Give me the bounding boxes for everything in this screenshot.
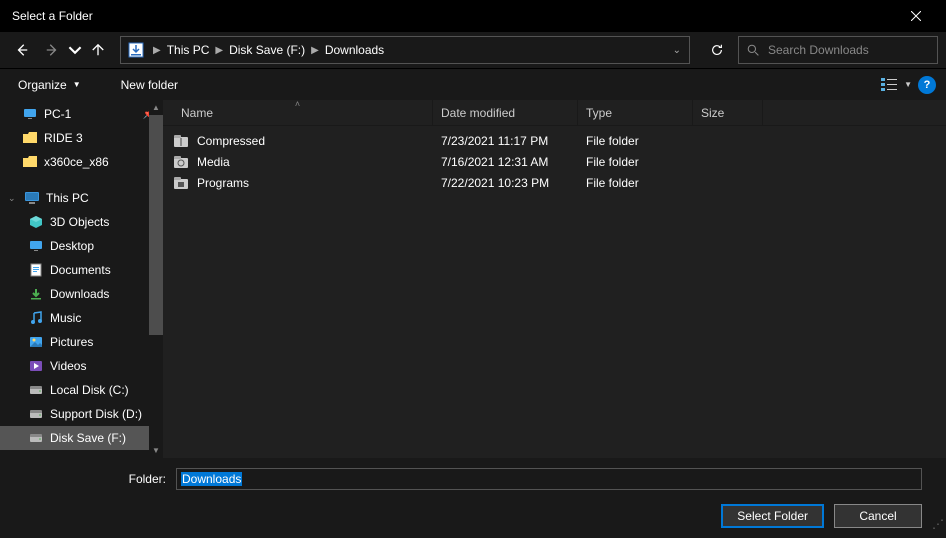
documents-icon [28,262,44,278]
breadcrumb-drive[interactable]: Disk Save (F:) [225,43,309,57]
file-row-programs[interactable]: Programs 7/22/2021 10:23 PM File folder [163,172,946,193]
tree-item-desktop[interactable]: Desktop [0,234,163,258]
drive-icon [28,406,44,422]
folder-icon [22,130,38,146]
sidebar: PC-1 📌 RIDE 3 x360ce_x86 ⌄ This PC 3D Ob… [0,100,163,458]
chevron-down-icon[interactable]: ▼ [904,80,912,89]
tree-item-ride3[interactable]: RIDE 3 [0,126,163,150]
view-options-button[interactable] [880,76,898,94]
select-folder-button[interactable]: Select Folder [721,504,824,528]
scroll-down-icon[interactable]: ▼ [149,443,163,458]
desktop-icon [28,238,44,254]
close-icon [911,11,921,21]
3dobjects-icon [28,214,44,230]
address-bar[interactable]: ▶ This PC ▶ Disk Save (F:) ▶ Downloads ⌄ [120,36,690,64]
chevron-down-icon [68,43,82,57]
music-icon [28,310,44,326]
column-date[interactable]: Date modified [433,100,578,125]
tree-item-downloads[interactable]: Downloads [0,282,163,306]
footer: Folder: Downloads Select Folder Cancel [0,458,946,538]
nav-bar: ▶ This PC ▶ Disk Save (F:) ▶ Downloads ⌄… [0,32,946,68]
drive-icon [28,430,44,446]
up-button[interactable] [84,36,112,64]
cancel-button[interactable]: Cancel [834,504,922,528]
tree-item-pc1[interactable]: PC-1 📌 [0,102,163,126]
column-headers: ˄Name Date modified Type Size [163,100,946,126]
videos-icon [28,358,44,374]
search-icon [747,44,760,57]
programs-folder-icon [173,175,189,191]
new-folder-button[interactable]: New folder [113,74,186,96]
organize-button[interactable]: Organize▼ [10,74,89,96]
file-row-compressed[interactable]: Compressed 7/23/2021 11:17 PM File folde… [163,130,946,151]
file-view: ˄Name Date modified Type Size Compressed… [163,100,946,458]
body-area: PC-1 📌 RIDE 3 x360ce_x86 ⌄ This PC 3D Ob… [0,100,946,458]
tree-item-music[interactable]: Music [0,306,163,330]
tree-item-3dobjects[interactable]: 3D Objects [0,210,163,234]
arrow-right-icon [45,43,59,57]
computer-icon [24,190,40,206]
tree-item-localdisk-c[interactable]: Local Disk (C:) [0,378,163,402]
folder-input[interactable]: Downloads [176,468,922,490]
downloads-icon [125,39,147,61]
chevron-right-icon[interactable]: ▶ [213,45,225,56]
file-row-media[interactable]: Media 7/16/2021 12:31 AM File folder [163,151,946,172]
tree-item-supportdisk-d[interactable]: Support Disk (D:) [0,402,163,426]
chevron-right-icon[interactable]: ▶ [151,45,163,56]
arrow-left-icon [15,43,29,57]
recent-dropdown[interactable] [68,36,82,64]
forward-button[interactable] [38,36,66,64]
breadcrumb-thispc[interactable]: This PC [163,43,214,57]
drive-icon [28,382,44,398]
scroll-up-icon[interactable]: ▲ [149,100,163,115]
search-input[interactable]: Search Downloads [738,36,938,64]
search-placeholder: Search Downloads [768,43,869,57]
folder-input-value: Downloads [181,472,242,486]
tree-item-x360ce[interactable]: x360ce_x86 [0,150,163,174]
tree-item-pictures[interactable]: Pictures [0,330,163,354]
tree-item-videos[interactable]: Videos [0,354,163,378]
column-size[interactable]: Size [693,100,763,125]
toolbar: Organize▼ New folder ▼ ? [0,68,946,100]
column-name[interactable]: ˄Name [163,100,433,125]
folder-icon [22,154,38,170]
breadcrumb-folder[interactable]: Downloads [321,43,388,57]
refresh-button[interactable] [702,36,732,64]
tree-item-thispc[interactable]: ⌄ This PC [0,186,163,210]
sidebar-scrollbar[interactable]: ▲ ▼ [149,100,163,458]
compressed-folder-icon [173,133,189,149]
sort-asc-icon: ˄ [295,99,300,109]
refresh-icon [710,43,724,57]
desktop-icon [22,106,38,122]
view-list-icon [881,78,897,92]
folder-label: Folder: [16,472,166,486]
expand-icon[interactable]: ⌄ [8,193,18,204]
tree-item-disksave-f[interactable]: Disk Save (F:) [0,426,163,450]
titlebar: Select a Folder [0,0,946,32]
chevron-right-icon[interactable]: ▶ [309,45,321,56]
window-title: Select a Folder [8,9,893,23]
scrollbar-thumb[interactable] [149,115,163,335]
downloads-icon [28,286,44,302]
media-folder-icon [173,154,189,170]
arrow-up-icon [91,43,105,57]
close-button[interactable] [893,0,938,32]
resize-grip-icon[interactable]: ⋰ [932,517,944,531]
pictures-icon [28,334,44,350]
address-dropdown[interactable]: ⌄ [665,45,689,56]
column-type[interactable]: Type [578,100,693,125]
help-button[interactable]: ? [918,76,936,94]
back-button[interactable] [8,36,36,64]
tree-item-documents[interactable]: Documents [0,258,163,282]
chevron-down-icon: ▼ [73,80,81,89]
file-list: Compressed 7/23/2021 11:17 PM File folde… [163,126,946,458]
